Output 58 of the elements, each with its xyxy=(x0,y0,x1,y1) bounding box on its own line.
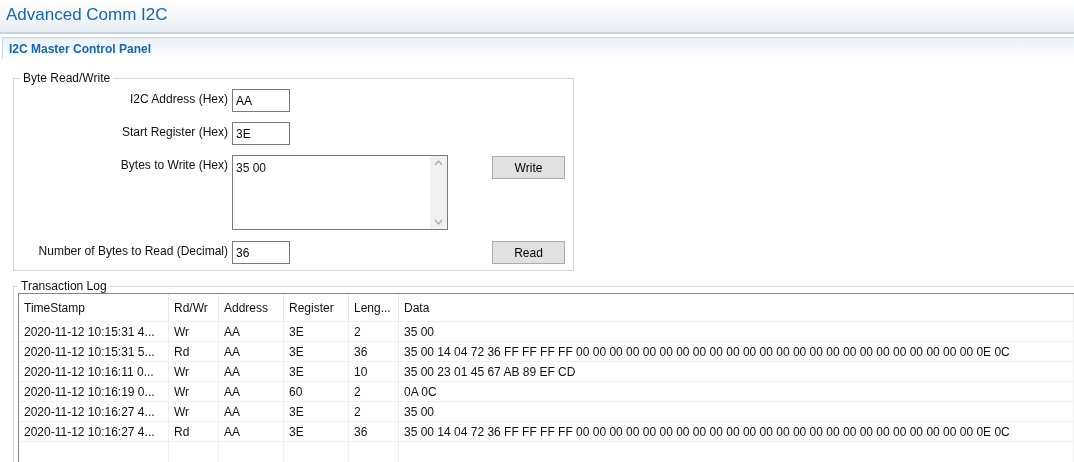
table-cell: 3E xyxy=(284,402,349,422)
table-cell: 35 00 14 04 72 36 FF FF FF FF 00 00 00 00 00 00 00 00 00 00 00 00 00 00 00 00 00 00 00 00 00 00 00 00 0E 0C xyxy=(399,342,1074,362)
table-cell: 3E xyxy=(284,322,349,342)
column-header[interactable]: Rd/Wr xyxy=(169,294,219,322)
table-cell: AA xyxy=(219,362,284,382)
table-cell: 2 xyxy=(349,322,399,342)
scroll-down-icon[interactable] xyxy=(434,219,443,225)
column-header[interactable]: Address xyxy=(219,294,284,322)
field-label: Number of Bytes to Read (Decimal) xyxy=(37,243,229,258)
input-field[interactable]: AA xyxy=(232,89,290,112)
group-title: Transaction Log xyxy=(20,279,108,293)
window-title: Advanced Comm I2C xyxy=(6,5,168,24)
table-cell: AA xyxy=(219,402,284,422)
column-header[interactable]: Data xyxy=(399,294,1074,322)
table-cell: 2020-11-12 10:16:27 4... xyxy=(19,402,169,422)
table-cell: 2020-11-12 10:15:31 4... xyxy=(19,322,169,342)
table-cell: 2 xyxy=(349,402,399,422)
table-cell: 3E xyxy=(284,362,349,382)
panel-title: I2C Master Control Panel xyxy=(9,42,152,56)
action-button[interactable]: Read xyxy=(492,241,565,264)
table-cell: Wr xyxy=(169,322,219,342)
table-cell: 35 00 xyxy=(399,322,1074,342)
column-header[interactable]: Register xyxy=(284,294,349,322)
table-cell: 35 00 23 01 45 67 AB 89 EF CD xyxy=(399,362,1074,382)
column-header[interactable]: Leng... xyxy=(349,294,399,322)
table-cell: 2020-11-12 10:16:27 4... xyxy=(19,422,169,442)
table-cell: 2 xyxy=(349,382,399,402)
table-cell: AA xyxy=(219,322,284,342)
table-cell: 0A 0C xyxy=(399,382,1074,402)
scroll-up-icon[interactable] xyxy=(434,160,443,166)
field-label: Bytes to Write (Hex) xyxy=(119,157,229,172)
table-cell: Wr xyxy=(169,382,219,402)
table-cell: 2020-11-12 10:16:11 0... xyxy=(19,362,169,382)
table-cell: 36 xyxy=(349,422,399,442)
table-cell: 3E xyxy=(284,342,349,362)
table-cell: 3E xyxy=(284,422,349,442)
field-label: I2C Address (Hex) xyxy=(128,91,229,106)
input-field[interactable]: 36 xyxy=(232,241,290,264)
text-area[interactable]: 35 00 xyxy=(232,155,448,230)
group-title: Byte Read/Write xyxy=(22,71,112,85)
table-cell: Rd xyxy=(169,342,219,362)
column-header[interactable]: TimeStamp xyxy=(19,294,169,322)
table-cell: 35 00 xyxy=(399,402,1074,422)
table-cell: AA xyxy=(219,382,284,402)
table-cell: Wr xyxy=(169,402,219,422)
table-cell: Rd xyxy=(169,422,219,442)
table-cell: 35 00 14 04 72 36 FF FF FF FF 00 00 00 00 00 00 00 00 00 00 00 00 00 00 00 00 00 00 00 00 00 00 00 00 0E 0C xyxy=(399,422,1074,442)
table-cell: Wr xyxy=(169,362,219,382)
action-button[interactable]: Write xyxy=(492,156,565,179)
table-cell: AA xyxy=(219,342,284,362)
input-field[interactable]: 3E xyxy=(232,122,290,145)
table-cell: 60 xyxy=(284,382,349,402)
field-label: Start Register (Hex) xyxy=(120,124,229,139)
table-cell: AA xyxy=(219,422,284,442)
table-cell: 10 xyxy=(349,362,399,382)
table-cell: 36 xyxy=(349,342,399,362)
table-cell: 2020-11-12 10:16:19 0... xyxy=(19,382,169,402)
table-cell: 2020-11-12 10:15:31 5... xyxy=(19,342,169,362)
